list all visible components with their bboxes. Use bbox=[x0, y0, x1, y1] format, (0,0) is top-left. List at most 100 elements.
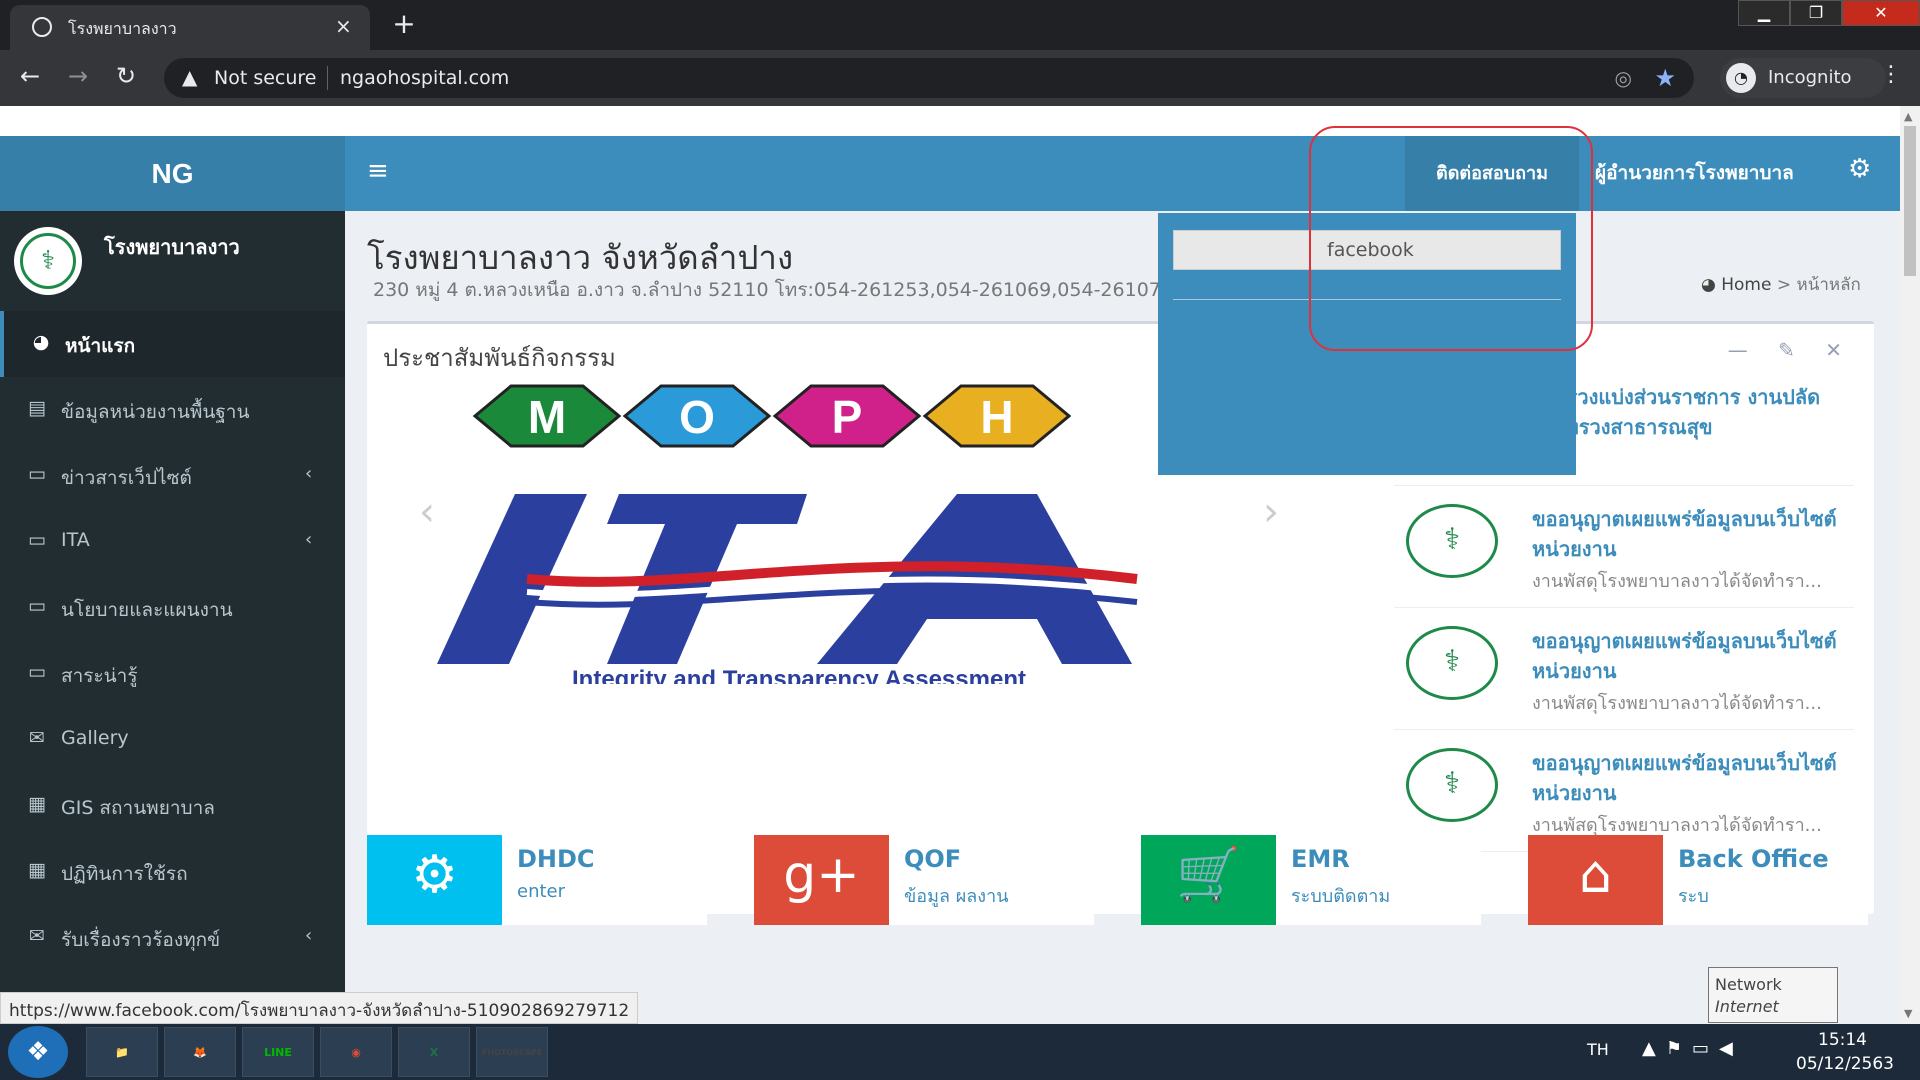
forward-arrow-icon[interactable]: → bbox=[68, 62, 88, 90]
box-tools[interactable]: — ✎ ✕ bbox=[1728, 338, 1854, 362]
news-thumbnail: ⚕ bbox=[1406, 626, 1498, 700]
network-tooltip: Network Internet access bbox=[1708, 967, 1838, 1038]
scroll-up-icon[interactable]: ▲ bbox=[1904, 110, 1912, 123]
sidebar-item[interactable]: ▭ ข่าวสารเว็ปไซต์ ‹ bbox=[0, 443, 345, 509]
top-navbar: ≡ ติดต่อสอบถาม ผู้อำนวยการโรงพยาบาล ⚙ bbox=[345, 136, 1900, 211]
eye-off-icon[interactable]: ◎ bbox=[1615, 66, 1632, 90]
sidebar-item-label: นโยบายและแผนงาน bbox=[61, 599, 233, 621]
back-arrow-icon[interactable]: ← bbox=[20, 62, 40, 90]
reload-icon[interactable]: ↻ bbox=[116, 62, 136, 90]
breadcrumb: ◕ Home > หน้าหลัก bbox=[1701, 271, 1861, 298]
clock-time[interactable]: 15:14 bbox=[1818, 1030, 1867, 1050]
firefox-icon[interactable]: 🦊 bbox=[164, 1027, 236, 1077]
sidebar-item[interactable]: ✉ รับเรื่องราวร้องทุกข์ ‹ bbox=[0, 905, 345, 971]
nav-director-link[interactable]: ผู้อำนวยการโรงพยาบาล bbox=[1595, 136, 1794, 211]
chrome-icon[interactable]: ◉ bbox=[320, 1027, 392, 1077]
sidebar-item-label: GIS สถานพยาบาล bbox=[61, 797, 215, 819]
excel-icon[interactable]: X bbox=[398, 1027, 470, 1077]
moph-letter: H bbox=[980, 391, 1013, 443]
news-title[interactable]: ขออนุญาตเผยแพร่ข้อมูลบนเว็บไซต์หน่วยงาน bbox=[1532, 626, 1862, 686]
warning-icon: ▲ bbox=[182, 65, 198, 89]
image-carousel[interactable]: M O P H Integrity and Transparency Assessme… bbox=[397, 384, 1202, 693]
incognito-badge[interactable]: ◔ Incognito bbox=[1720, 58, 1886, 98]
tab-close-icon[interactable]: × bbox=[335, 14, 352, 38]
incognito-icon: ◔ bbox=[1726, 63, 1756, 93]
home-icon: ⌂ bbox=[1528, 835, 1663, 925]
news-description: งานพัสดุโรงพยาบาลงาวได้จัดทำรา... bbox=[1532, 571, 1822, 592]
scroll-down-icon[interactable]: ▼ bbox=[1904, 1007, 1912, 1020]
windows-taskbar: ❖ 📁 🦊 LINE ◉ X PHOTOSCAPE TH ▲⚑▭◀ 15:14 05/12… bbox=[0, 1024, 1920, 1080]
top-strip bbox=[0, 106, 1900, 136]
tab-title: โรงพยาบาลงาว bbox=[68, 19, 177, 38]
moph-diamond: H bbox=[922, 384, 1072, 448]
url-text[interactable]: ngaohospital.com bbox=[340, 67, 509, 89]
gears-icon[interactable]: ⚙ bbox=[1848, 154, 1871, 184]
google-plus-icon: g+ bbox=[754, 835, 889, 925]
clock-date[interactable]: 05/12/2563 bbox=[1796, 1054, 1894, 1074]
sidebar-item-label: ข่าวสารเว็ปไซต์ bbox=[61, 467, 192, 489]
sidebar-item-label: ข้อมูลหน่วยงานพื้นฐาน bbox=[61, 401, 250, 423]
news-title[interactable]: ขออนุญาตเผยแพร่ข้อมูลบนเว็บไซต์หน่วยงาน bbox=[1532, 748, 1862, 808]
news-thumbnail: ⚕ bbox=[1406, 748, 1498, 822]
carousel-next-icon[interactable]: › bbox=[1263, 489, 1279, 535]
annotation-highlight bbox=[1309, 126, 1593, 351]
browser-tab[interactable]: โรงพยาบาลงาว × bbox=[10, 5, 370, 50]
tray-icons[interactable]: ▲⚑▭◀ bbox=[1642, 1038, 1743, 1059]
info-box[interactable]: 🛒 EMR ระบบติดตาม bbox=[1141, 835, 1481, 925]
info-box-title: Back Office bbox=[1678, 845, 1829, 873]
news-item[interactable]: ⚕ ขออนุญาตเผยแพร่ข้อมูลบนเว็บไซต์หน่วยงาน… bbox=[1394, 486, 1854, 608]
new-tab-button[interactable]: + bbox=[385, 8, 423, 42]
envelope-icon: ✉ bbox=[29, 925, 45, 947]
breadcrumb-home[interactable]: Home bbox=[1721, 275, 1771, 295]
news-item[interactable]: ⚕ ขออนุญาตเผยแพร่ข้อมูลบนเว็บไซต์หน่วยงาน… bbox=[1394, 608, 1854, 730]
sidebar-item[interactable]: ▭ ITA ‹ bbox=[0, 509, 345, 575]
photoscape-icon[interactable]: PHOTOSCAPE bbox=[476, 1027, 548, 1077]
language-indicator[interactable]: TH bbox=[1587, 1040, 1609, 1059]
sidebar-item[interactable]: ◕ หน้าแรก bbox=[0, 311, 345, 377]
sidebar-item[interactable]: ▦ GIS สถานพยาบาล bbox=[0, 773, 345, 839]
line-icon[interactable]: LINE bbox=[242, 1027, 314, 1077]
browser-toolbar: ← → ↻ ▲ Not secure ngaohospital.com ◎ ★ … bbox=[0, 50, 1920, 106]
info-box[interactable]: g+ QOF ข้อมูล ผลงาน bbox=[754, 835, 1094, 925]
moph-letter: O bbox=[679, 391, 715, 443]
maximize-button[interactable]: ❐ bbox=[1790, 0, 1842, 26]
carousel-prev-icon[interactable]: ‹ bbox=[419, 489, 435, 535]
status-bar-url: https://www.facebook.com/โรงพยาบาลงาว-จั… bbox=[0, 992, 639, 1024]
chevron-left-icon: ‹ bbox=[305, 463, 313, 484]
sidebar-item[interactable]: ▭ นโยบายและแผนงาน bbox=[0, 575, 345, 641]
sidebar-item[interactable]: ▤ ข้อมูลหน่วยงานพื้นฐาน bbox=[0, 377, 345, 443]
info-box[interactable]: ⚙ DHDC enter bbox=[367, 835, 707, 925]
start-button[interactable]: ❖ bbox=[8, 1026, 68, 1078]
avatar: ⚕ bbox=[14, 227, 82, 295]
tooltip-title: Network bbox=[1715, 975, 1782, 994]
security-label[interactable]: Not secure bbox=[214, 67, 317, 89]
news-item[interactable]: ⚕ ขออนุญาตเผยแพร่ข้อมูลบนเว็บไซต์หน่วยงาน… bbox=[1394, 730, 1854, 852]
info-box[interactable]: ⌂ Back Office ระบ bbox=[1528, 835, 1868, 925]
sidebar-item[interactable]: ▭ สาระน่ารู้ bbox=[0, 641, 345, 707]
divider bbox=[327, 66, 328, 90]
sidebar-item[interactable]: ✉ Gallery bbox=[0, 707, 345, 773]
laptop-icon: ▭ bbox=[28, 595, 46, 617]
cart-icon: 🛒 bbox=[1141, 835, 1276, 925]
address-bar[interactable]: ▲ Not secure ngaohospital.com ◎ ★ bbox=[164, 58, 1694, 98]
kebab-menu-icon[interactable]: ⋮ bbox=[1880, 62, 1902, 87]
dashboard-icon: ◕ bbox=[32, 331, 50, 353]
window-close-button[interactable]: ✕ bbox=[1842, 0, 1920, 26]
sidebar-item-label: ITA bbox=[61, 529, 90, 551]
incognito-label: Incognito bbox=[1768, 67, 1852, 88]
hamburger-menu-icon[interactable]: ≡ bbox=[367, 156, 389, 186]
site-logo[interactable]: NG bbox=[0, 136, 345, 211]
info-box-subtitle: ระบ bbox=[1678, 886, 1709, 907]
hospital-seal-icon: ⚕ bbox=[20, 233, 76, 289]
news-title[interactable]: ระทรวงแบ่งส่วนราชการ งานปลัดกระทรวงสาธาร… bbox=[1532, 382, 1862, 442]
ita-logo bbox=[437, 494, 1138, 664]
explorer-icon[interactable]: 📁 bbox=[86, 1027, 158, 1077]
sidebar: ⚕ โรงพยาบาลงาว ◕ หน้าแรก ▤ ข้อมูลหน่วยงานพื… bbox=[0, 211, 345, 1024]
bookmark-star-icon[interactable]: ★ bbox=[1654, 64, 1676, 92]
minimize-button[interactable]: ▁ bbox=[1738, 0, 1790, 26]
scroll-thumb[interactable] bbox=[1904, 126, 1916, 276]
sidebar-item[interactable]: ▦ ปฏิทินการใช้รถ bbox=[0, 839, 345, 905]
page-scrollbar[interactable]: ▲ ▼ bbox=[1900, 106, 1920, 1024]
news-title[interactable]: ขออนุญาตเผยแพร่ข้อมูลบนเว็บไซต์หน่วยงาน bbox=[1532, 504, 1862, 564]
chevron-left-icon: ‹ bbox=[305, 925, 313, 946]
